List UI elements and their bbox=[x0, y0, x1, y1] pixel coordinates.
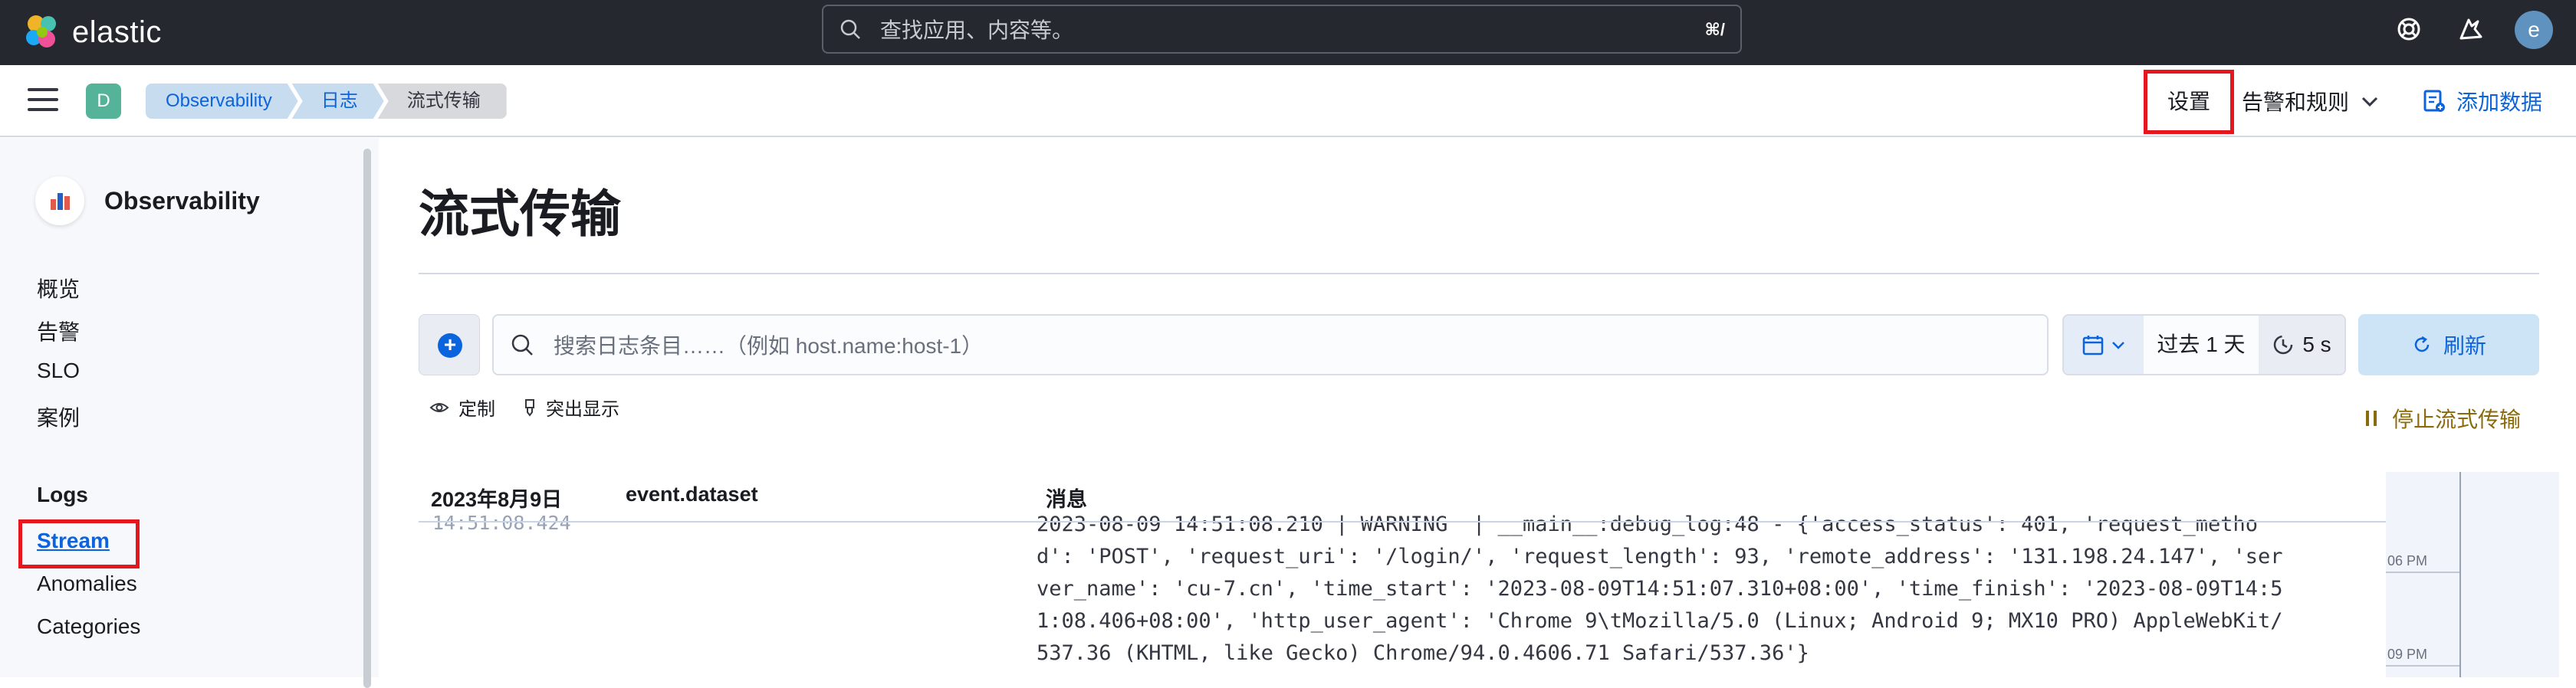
alerts-and-rules-label: 告警和规则 bbox=[2242, 90, 2350, 114]
sidebar-scrollbar[interactable] bbox=[363, 149, 371, 688]
sidebar-item-stream[interactable]: Stream bbox=[37, 529, 110, 553]
minimap-tick bbox=[2386, 665, 2459, 667]
add-filter-button[interactable]: + bbox=[419, 314, 480, 375]
alerts-and-rules-button[interactable]: 告警和规则 bbox=[2242, 84, 2380, 119]
log-minimap[interactable]: 06 PM 09 PM bbox=[2386, 472, 2559, 677]
minimap-label: 09 PM bbox=[2387, 647, 2428, 662]
search-icon bbox=[511, 334, 533, 355]
side-nav-header: Observability bbox=[35, 176, 260, 225]
chevron-down-icon bbox=[2361, 97, 2378, 107]
menu-toggle-icon[interactable] bbox=[28, 88, 58, 114]
sidebar-item-cases[interactable]: 案例 bbox=[37, 401, 80, 432]
breadcrumb-observability[interactable]: Observability bbox=[146, 84, 298, 119]
title-divider bbox=[419, 273, 2539, 274]
side-nav: Observability 概览 告警 SLO 案例 Logs Stream A… bbox=[0, 138, 379, 688]
elastic-logo[interactable]: elastic bbox=[23, 8, 162, 57]
breadcrumb-logs[interactable]: 日志 bbox=[292, 84, 384, 119]
refresh-button[interactable]: 刷新 bbox=[2358, 314, 2539, 375]
observability-logo-icon bbox=[35, 176, 84, 225]
add-data-icon bbox=[2423, 90, 2445, 112]
highlight-label: 突出显示 bbox=[546, 399, 619, 420]
sidebar-item-slo[interactable]: SLO bbox=[37, 359, 80, 383]
log-search-input[interactable]: 搜索日志条目……（例如 host.name:host-1） bbox=[492, 314, 2049, 375]
sidebar-item-overview[interactable]: 概览 bbox=[37, 273, 80, 303]
time-range-display[interactable]: 过去 1 天 bbox=[2144, 316, 2259, 374]
refresh-label: 刷新 bbox=[2443, 334, 2486, 358]
page-title: 流式传输 bbox=[419, 185, 621, 242]
global-header: elastic 查找应用、内容等。 ⌘/ e bbox=[0, 0, 2576, 65]
eye-icon bbox=[429, 402, 449, 412]
breadcrumb-stream: 流式传输 bbox=[377, 84, 507, 119]
sidebar-item-alerts[interactable]: 告警 bbox=[37, 316, 80, 346]
app-header: D Observability 日志 流式传输 设置 告警和规则 添加数据 bbox=[0, 65, 2576, 137]
pause-icon bbox=[2366, 411, 2377, 426]
quick-select-button[interactable] bbox=[2064, 316, 2144, 374]
refresh-icon bbox=[2414, 336, 2430, 352]
add-data-label: 添加数据 bbox=[2456, 90, 2543, 114]
search-shortcut: ⌘/ bbox=[1704, 20, 1725, 39]
sidebar-item-categories[interactable]: Categories bbox=[37, 614, 140, 639]
stop-streaming-button[interactable]: 停止流式传输 bbox=[2364, 403, 2521, 434]
space-avatar[interactable]: D bbox=[86, 84, 121, 119]
brand-name: elastic bbox=[72, 15, 162, 49]
settings-button[interactable]: 设置 bbox=[2144, 70, 2234, 134]
chevron-down-icon bbox=[2112, 342, 2124, 349]
minimap-axis bbox=[2459, 472, 2461, 677]
log-row-message: 2023-08-09 14:51:08.210 | WARNING | __ma… bbox=[1037, 513, 2283, 665]
search-icon bbox=[840, 19, 860, 39]
customize-button[interactable]: 定制 bbox=[429, 394, 495, 421]
column-header-event-dataset: event.dataset bbox=[626, 483, 758, 506]
add-data-button[interactable]: 添加数据 bbox=[2423, 84, 2542, 119]
refresh-interval-button[interactable]: 5 s bbox=[2259, 316, 2344, 374]
date-picker: 过去 1 天 5 s bbox=[2062, 314, 2346, 375]
side-nav-title: Observability bbox=[104, 186, 260, 215]
news-feed-icon[interactable] bbox=[2452, 11, 2489, 48]
log-search-placeholder: 搜索日志条目……（例如 host.name:host-1） bbox=[554, 334, 984, 358]
log-row-timestamp: 14:51:08.424 bbox=[432, 512, 571, 534]
sidebar-group-logs: Logs bbox=[37, 483, 88, 506]
user-avatar[interactable]: e bbox=[2515, 11, 2553, 49]
minimap-label: 06 PM bbox=[2387, 553, 2428, 568]
refresh-interval-icon bbox=[2274, 335, 2293, 355]
highlighter-icon bbox=[525, 398, 534, 417]
global-search-input[interactable]: 查找应用、内容等。 ⌘/ bbox=[822, 5, 1742, 54]
customize-label: 定制 bbox=[458, 399, 495, 420]
calendar-icon bbox=[2082, 336, 2104, 355]
plus-icon: + bbox=[438, 333, 462, 358]
log-row[interactable]: 2023-08-09 14:51:08.210 | WARNING | __ma… bbox=[1037, 509, 2309, 677]
breadcrumb: Observability 日志 流式传输 bbox=[146, 84, 507, 119]
stop-streaming-label: 停止流式传输 bbox=[2392, 408, 2522, 431]
column-header-timestamp: 2023年8月9日 bbox=[431, 488, 563, 511]
minimap-tick bbox=[2386, 572, 2459, 573]
sidebar-item-anomalies[interactable]: Anomalies bbox=[37, 572, 137, 596]
search-placeholder: 查找应用、内容等。 bbox=[880, 18, 1074, 42]
table-header-divider bbox=[419, 521, 2386, 523]
highlight-button[interactable]: 突出显示 bbox=[523, 394, 619, 421]
help-icon[interactable] bbox=[2390, 11, 2427, 48]
refresh-interval-value: 5 s bbox=[2302, 333, 2331, 356]
elastic-logo-icon bbox=[26, 15, 56, 48]
